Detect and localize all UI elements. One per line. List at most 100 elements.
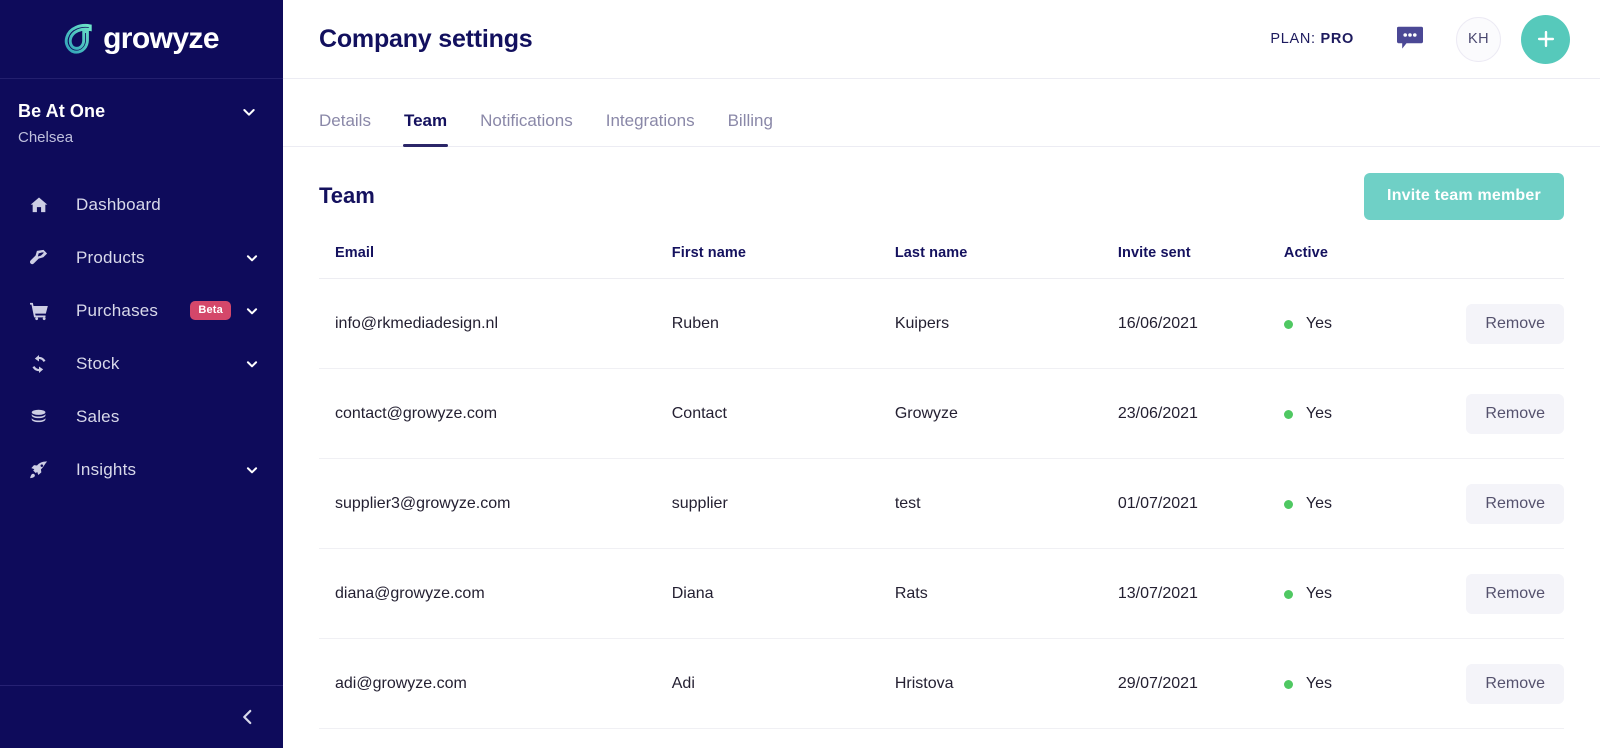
tab-notifications[interactable]: Notifications (480, 111, 573, 146)
bottle-icon (28, 247, 50, 269)
org-switcher[interactable]: Be At One Chelsea (0, 79, 283, 156)
coins-stack-icon (28, 406, 50, 428)
sidebar-item-meta (245, 251, 259, 265)
sidebar-item-insights[interactable]: Insights (0, 443, 283, 496)
cell-first-name: supplier (671, 458, 895, 549)
sidebar: growyze Be At One Chelsea Dashboard Prod… (0, 0, 283, 748)
cell-last-name: Growyze (894, 368, 1118, 459)
tab-billing[interactable]: Billing (728, 111, 773, 146)
status-badge: Yes (1283, 675, 1440, 693)
home-icon (28, 194, 50, 216)
tab-integrations[interactable]: Integrations (606, 111, 695, 146)
chevron-down-icon[interactable] (245, 463, 259, 477)
chevron-down-icon[interactable] (245, 357, 259, 371)
brand-logo[interactable]: growyze (0, 0, 283, 79)
table-row: adi@growyze.com Adi Hristova 29/07/2021 … (319, 638, 1564, 729)
sidebar-item-stock[interactable]: Stock (0, 337, 283, 390)
cell-first-name: Diana (671, 548, 895, 639)
cell-first-name: Boris (671, 728, 895, 748)
org-location: Chelsea (18, 129, 74, 146)
cell-last-name: Marinov (894, 728, 1118, 748)
top-bar: Company settings PLAN: PRO KH (283, 0, 1600, 79)
table-body: info@rkmediadesign.nl Ruben Kuipers 16/0… (319, 278, 1564, 748)
sidebar-item-sales[interactable]: Sales (0, 390, 283, 443)
tab-details[interactable]: Details (319, 111, 371, 146)
cell-invite-sent: 01/07/2021 (1117, 458, 1284, 549)
status-dot-icon (1283, 409, 1293, 419)
cell-invite-sent: 29/07/2021 (1117, 638, 1284, 729)
status-dot-icon (1283, 319, 1293, 329)
chevron-left-icon[interactable] (239, 708, 257, 726)
cell-invite-sent: 23/06/2021 (1117, 368, 1284, 459)
cell-email: contact@growyze.com (319, 368, 672, 459)
sidebar-footer (0, 685, 283, 748)
column-header-actions (1440, 245, 1565, 279)
sidebar-item-meta (245, 357, 259, 371)
table-row: diana@growyze.com Diana Rats 13/07/2021 … (319, 548, 1564, 639)
brand-name: growyze (103, 22, 219, 55)
sidebar-item-products[interactable]: Products (0, 231, 283, 284)
status-label: Yes (1305, 675, 1332, 692)
remove-button[interactable]: Remove (1466, 574, 1564, 614)
cell-actions: Remove (1439, 638, 1564, 729)
sidebar-item-label: Dashboard (76, 194, 161, 214)
cell-active: Yes (1283, 638, 1440, 729)
cell-actions: Remove (1439, 728, 1564, 748)
sidebar-item-purchases[interactable]: Purchases Beta (0, 284, 283, 337)
remove-button[interactable]: Remove (1466, 664, 1564, 704)
team-panel: Team Invite team member Email First name… (283, 147, 1600, 748)
beta-badge: Beta (190, 301, 231, 320)
status-dot-icon (1283, 679, 1293, 689)
table-header: Email First name Last name Invite sent A… (319, 245, 1564, 279)
status-label: Yes (1305, 585, 1332, 602)
cell-active: Yes (1283, 278, 1440, 369)
plus-icon (1537, 30, 1554, 48)
cell-actions: Remove (1439, 548, 1564, 639)
cell-invite-sent: 13/07/2021 (1117, 548, 1284, 639)
settings-tabs: Details Team Notifications Integrations … (283, 79, 1600, 147)
remove-button[interactable]: Remove (1466, 484, 1564, 524)
table-row: contact@growyze.com Contact Growyze 23/0… (319, 368, 1564, 459)
status-badge: Yes (1283, 315, 1440, 333)
cell-last-name: test (894, 458, 1118, 549)
plan-prefix: PLAN: (1270, 31, 1321, 47)
shopping-cart-icon (28, 300, 50, 322)
plan-label: PLAN: PRO (1270, 31, 1354, 47)
invite-team-member-button[interactable]: Invite team member (1364, 172, 1564, 220)
cell-active: Yes (1283, 368, 1440, 459)
sidebar-item-label: Insights (76, 459, 137, 479)
status-label: Yes (1305, 495, 1332, 512)
cell-active: Yes (1283, 458, 1440, 549)
add-button[interactable] (1521, 14, 1570, 64)
cell-email: boris@growyze.com (319, 728, 672, 748)
chevron-down-icon[interactable] (245, 251, 259, 265)
org-name: Be At One (18, 101, 106, 121)
sidebar-item-label: Products (76, 247, 145, 267)
tab-team[interactable]: Team (402, 111, 449, 147)
cell-email: diana@growyze.com (319, 548, 672, 639)
cell-first-name: Ruben (671, 278, 895, 369)
remove-button[interactable]: Remove (1466, 394, 1564, 434)
column-header-first-name: First name (671, 245, 747, 261)
cell-first-name: Contact (671, 368, 895, 459)
status-badge: Yes (1283, 405, 1440, 423)
main-content: Company settings PLAN: PRO KH Details Te… (283, 0, 1600, 748)
column-header-invite-sent: Invite sent (1117, 245, 1191, 261)
cell-email: adi@growyze.com (319, 638, 672, 729)
column-header-last-name: Last name (894, 245, 968, 261)
status-dot-icon (1283, 499, 1293, 509)
cell-email: info@rkmediadesign.nl (319, 278, 672, 369)
plan-value: PRO (1320, 31, 1354, 47)
avatar[interactable]: KH (1456, 16, 1501, 62)
status-label: Yes (1305, 405, 1332, 422)
sidebar-item-dashboard[interactable]: Dashboard (0, 178, 283, 231)
page-title: Company settings (319, 24, 533, 53)
cell-active: Yes (1283, 548, 1440, 639)
chevron-down-icon[interactable] (245, 304, 259, 318)
column-header-active: Active (1283, 245, 1328, 261)
chat-bubble-icon[interactable] (1396, 26, 1424, 52)
remove-button[interactable]: Remove (1466, 304, 1564, 344)
cell-first-name: Adi (671, 638, 895, 729)
refresh-sync-icon (28, 353, 50, 375)
growyze-g-logo-icon (64, 23, 92, 54)
